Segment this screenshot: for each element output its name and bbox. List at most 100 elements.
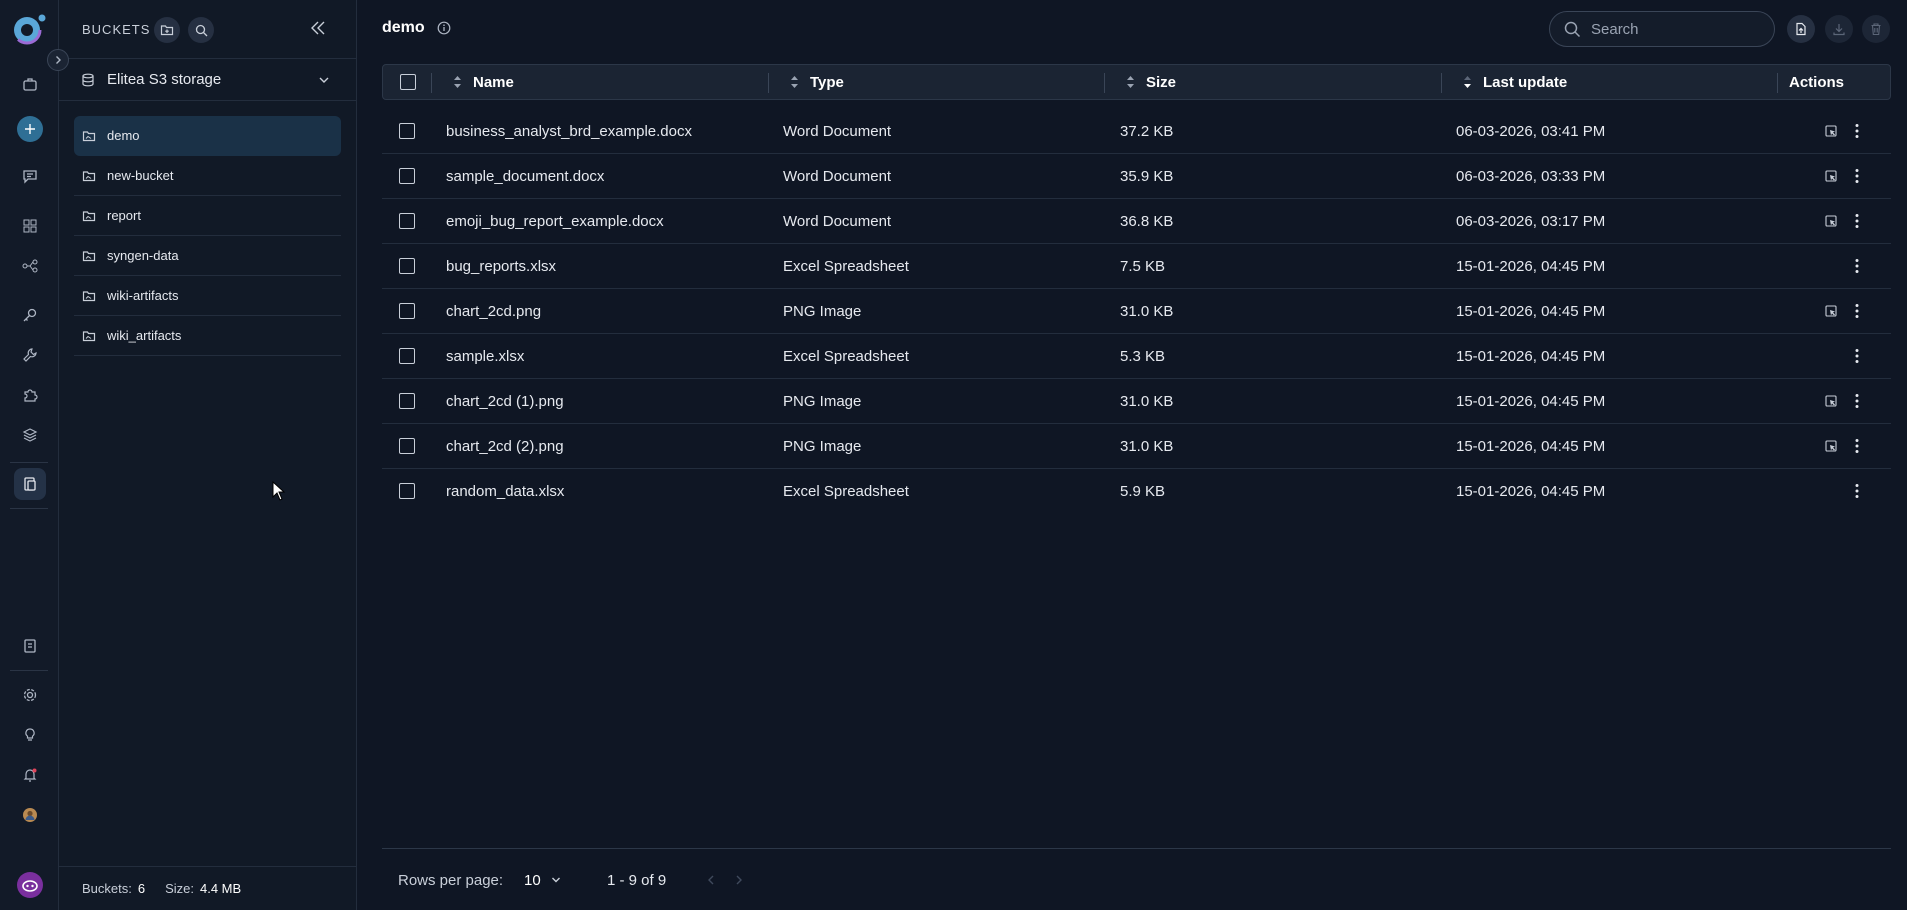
book-icon[interactable]	[0, 628, 59, 664]
wrench-icon[interactable]	[0, 337, 59, 373]
table-row[interactable]: chart_2cd.png PNG Image 31.0 KB 15-01-20…	[382, 289, 1891, 334]
table-row[interactable]: bug_reports.xlsx Excel Spreadsheet 7.5 K…	[382, 244, 1891, 289]
more-icon[interactable]	[1855, 109, 1859, 153]
file-type: Word Document	[783, 122, 892, 140]
file-type: Excel Spreadsheet	[783, 257, 909, 275]
bucket-item-demo[interactable]: demo	[74, 116, 341, 156]
preview-icon[interactable]	[1824, 154, 1838, 198]
buckets-title: BUCKETS	[82, 22, 151, 37]
row-checkbox[interactable]	[399, 199, 415, 243]
new-bucket-button[interactable]	[154, 17, 180, 43]
bulb-icon[interactable]	[0, 717, 59, 753]
row-checkbox[interactable]	[399, 109, 415, 153]
upload-file-button[interactable]	[1787, 15, 1815, 43]
file-name[interactable]: emoji_bug_report_example.docx	[446, 199, 664, 243]
bucket-item-report[interactable]: report	[74, 196, 341, 236]
file-name[interactable]: sample_document.docx	[446, 154, 604, 198]
column-type[interactable]: Type	[790, 65, 844, 99]
collapse-panel-button[interactable]	[309, 19, 327, 37]
folder-icon	[82, 129, 96, 143]
more-icon[interactable]	[1855, 334, 1859, 378]
more-icon[interactable]	[1855, 379, 1859, 423]
puzzle-icon[interactable]	[0, 377, 59, 413]
more-icon[interactable]	[1855, 244, 1859, 288]
more-icon[interactable]	[1855, 289, 1859, 333]
download-button[interactable]	[1825, 15, 1853, 43]
table-row[interactable]: chart_2cd (2).png PNG Image 31.0 KB 15-0…	[382, 424, 1891, 469]
more-icon[interactable]	[1855, 424, 1859, 468]
next-page-button[interactable]	[734, 866, 744, 894]
preview-icon[interactable]	[1824, 424, 1838, 468]
bucket-item-syngen-data[interactable]: syngen-data	[74, 236, 341, 276]
table-body: business_analyst_brd_example.docx Word D…	[382, 109, 1891, 514]
column-size[interactable]: Size	[1126, 65, 1176, 99]
table-row[interactable]: random_data.xlsx Excel Spreadsheet 5.9 K…	[382, 469, 1891, 514]
row-checkbox[interactable]	[399, 289, 415, 333]
add-icon[interactable]	[0, 111, 59, 147]
settings-icon[interactable]	[0, 677, 59, 713]
app-logo[interactable]	[11, 12, 47, 48]
key-icon[interactable]	[0, 297, 59, 333]
avatar[interactable]	[0, 797, 59, 833]
bucket-label: syngen-data	[107, 248, 179, 263]
row-checkbox[interactable]	[399, 334, 415, 378]
info-icon[interactable]	[437, 21, 451, 35]
search-buckets-button[interactable]	[188, 17, 214, 43]
table-row[interactable]: emoji_bug_report_example.docx Word Docum…	[382, 199, 1891, 244]
delete-button[interactable]	[1862, 15, 1890, 43]
more-icon[interactable]	[1855, 469, 1859, 513]
file-name[interactable]: sample.xlsx	[446, 334, 524, 378]
prev-page-button[interactable]	[706, 866, 716, 894]
grid-icon[interactable]	[0, 208, 59, 244]
file-name[interactable]: chart_2cd.png	[446, 289, 541, 333]
sort-icon	[790, 75, 799, 89]
artifacts-icon[interactable]	[0, 466, 59, 502]
bucket-item-wiki_artifacts[interactable]: wiki_artifacts	[74, 316, 341, 356]
buckets-count: 6	[137, 881, 146, 896]
file-name[interactable]: random_data.xlsx	[446, 469, 564, 513]
rows-per-page-select[interactable]: 10	[524, 866, 562, 894]
preview-icon[interactable]	[1824, 199, 1838, 243]
preview-icon[interactable]	[1824, 289, 1838, 333]
more-icon[interactable]	[1855, 199, 1859, 243]
preview-icon[interactable]	[1824, 379, 1838, 423]
assistant-icon[interactable]	[0, 867, 59, 903]
table-row[interactable]: sample.xlsx Excel Spreadsheet 5.3 KB 15-…	[382, 334, 1891, 379]
row-checkbox[interactable]	[399, 379, 415, 423]
bucket-item-new-bucket[interactable]: new-bucket	[74, 156, 341, 196]
column-name[interactable]: Name	[453, 65, 514, 99]
row-checkbox[interactable]	[399, 154, 415, 198]
column-actions: Actions	[1789, 65, 1844, 99]
preview-icon[interactable]	[1824, 109, 1838, 153]
more-icon[interactable]	[1855, 154, 1859, 198]
layers-icon[interactable]	[0, 417, 59, 453]
bucket-label: demo	[107, 128, 140, 143]
briefcase-icon[interactable]	[0, 66, 59, 102]
table-row[interactable]: sample_document.docx Word Document 35.9 …	[382, 154, 1891, 199]
file-updated: 06-03-2026, 03:33 PM	[1456, 167, 1606, 185]
table-row[interactable]: chart_2cd (1).png PNG Image 31.0 KB 15-0…	[382, 379, 1891, 424]
row-checkbox[interactable]	[399, 424, 415, 468]
column-last-update[interactable]: Last update	[1463, 65, 1567, 99]
pipeline-icon[interactable]	[0, 248, 59, 284]
bucket-item-wiki-artifacts[interactable]: wiki-artifacts	[74, 276, 341, 316]
bell-icon[interactable]	[0, 757, 59, 793]
chat-icon[interactable]	[0, 158, 59, 194]
folder-icon	[82, 169, 96, 183]
row-checkbox[interactable]	[399, 244, 415, 288]
storage-selector[interactable]: Elitea S3 storage	[59, 59, 357, 101]
file-name[interactable]: bug_reports.xlsx	[446, 244, 556, 288]
search-box[interactable]	[1549, 11, 1775, 47]
table-row[interactable]: business_analyst_brd_example.docx Word D…	[382, 109, 1891, 154]
file-name[interactable]: chart_2cd (2).png	[446, 424, 564, 468]
file-type: PNG Image	[783, 392, 862, 410]
file-name[interactable]: business_analyst_brd_example.docx	[446, 109, 692, 153]
size-label: Size:	[165, 881, 194, 896]
file-name[interactable]: chart_2cd (1).png	[446, 379, 564, 423]
expand-sidebar-button[interactable]	[47, 49, 69, 71]
search-input[interactable]	[1591, 20, 1751, 38]
row-checkbox[interactable]	[399, 469, 415, 513]
size-value: 4.4 MB	[200, 881, 242, 896]
select-all-checkbox[interactable]	[400, 65, 416, 99]
column-actions-label: Actions	[1789, 73, 1845, 91]
